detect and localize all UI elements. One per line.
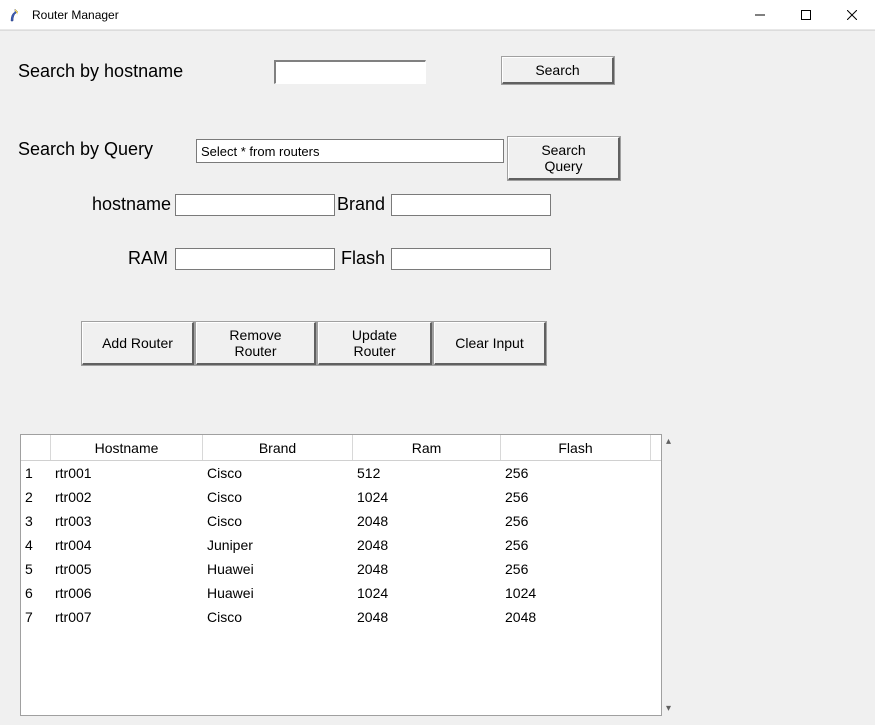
cell-index: 6 xyxy=(21,585,51,601)
cell-hostname: rtr006 xyxy=(51,585,203,601)
table-row[interactable]: 3rtr003Cisco2048256 xyxy=(21,509,661,533)
ram-label: RAM xyxy=(128,248,168,269)
app-body: Search by hostname Search Search by Quer… xyxy=(0,30,875,725)
cell-brand: Juniper xyxy=(203,537,353,553)
cell-index: 3 xyxy=(21,513,51,529)
table-header-brand[interactable]: Brand xyxy=(203,435,353,460)
table-header-ram[interactable]: Ram xyxy=(353,435,501,460)
app-icon xyxy=(8,7,24,23)
cell-brand: Cisco xyxy=(203,609,353,625)
ram-input[interactable] xyxy=(175,248,335,270)
table-header-flash[interactable]: Flash xyxy=(501,435,651,460)
cell-index: 7 xyxy=(21,609,51,625)
search-hostname-input[interactable] xyxy=(274,60,426,84)
cell-hostname: rtr005 xyxy=(51,561,203,577)
table-row[interactable]: 6rtr006Huawei10241024 xyxy=(21,581,661,605)
brand-input[interactable] xyxy=(391,194,551,216)
cell-ram: 2048 xyxy=(353,513,501,529)
cell-hostname: rtr004 xyxy=(51,537,203,553)
cell-ram: 2048 xyxy=(353,537,501,553)
remove-router-button[interactable]: Remove Router xyxy=(196,322,316,365)
cell-index: 4 xyxy=(21,537,51,553)
cell-ram: 2048 xyxy=(353,609,501,625)
close-button[interactable] xyxy=(829,0,875,30)
cell-flash: 256 xyxy=(501,465,651,481)
table-header-index[interactable] xyxy=(21,435,51,460)
cell-index: 5 xyxy=(21,561,51,577)
scroll-up-icon[interactable]: ▴ xyxy=(666,436,671,447)
cell-flash: 256 xyxy=(501,513,651,529)
flash-label: Flash xyxy=(341,248,385,269)
update-router-button[interactable]: Update Router xyxy=(318,322,432,365)
brand-label: Brand xyxy=(337,194,385,215)
table-row[interactable]: 5rtr005Huawei2048256 xyxy=(21,557,661,581)
cell-index: 1 xyxy=(21,465,51,481)
cell-brand: Cisco xyxy=(203,465,353,481)
cell-hostname: rtr002 xyxy=(51,489,203,505)
table-header-hostname[interactable]: Hostname xyxy=(51,435,203,460)
table-scrollbar[interactable]: ▴ ▾ xyxy=(662,434,675,716)
table-row[interactable]: 2rtr002Cisco1024256 xyxy=(21,485,661,509)
cell-flash: 2048 xyxy=(501,609,651,625)
cell-ram: 512 xyxy=(353,465,501,481)
hostname-label: hostname xyxy=(92,194,171,215)
cell-flash: 256 xyxy=(501,561,651,577)
search-query-input[interactable] xyxy=(196,139,504,163)
cell-hostname: rtr003 xyxy=(51,513,203,529)
table-header: Hostname Brand Ram Flash xyxy=(21,435,661,461)
clear-input-button[interactable]: Clear Input xyxy=(434,322,546,365)
cell-brand: Huawei xyxy=(203,561,353,577)
search-hostname-label: Search by hostname xyxy=(18,61,183,82)
cell-ram: 1024 xyxy=(353,585,501,601)
cell-brand: Huawei xyxy=(203,585,353,601)
table-row[interactable]: 7rtr007Cisco20482048 xyxy=(21,605,661,629)
maximize-button[interactable] xyxy=(783,0,829,30)
cell-brand: Cisco xyxy=(203,513,353,529)
table-row[interactable]: 4rtr004Juniper2048256 xyxy=(21,533,661,557)
cell-ram: 2048 xyxy=(353,561,501,577)
router-table[interactable]: Hostname Brand Ram Flash 1rtr001Cisco512… xyxy=(20,434,662,716)
window-title: Router Manager xyxy=(32,8,737,22)
search-query-label: Search by Query xyxy=(18,139,153,160)
titlebar: Router Manager xyxy=(0,0,875,30)
cell-flash: 256 xyxy=(501,489,651,505)
cell-ram: 1024 xyxy=(353,489,501,505)
cell-hostname: rtr001 xyxy=(51,465,203,481)
search-button[interactable]: Search xyxy=(502,57,614,84)
hostname-input[interactable] xyxy=(175,194,335,216)
add-router-button[interactable]: Add Router xyxy=(82,322,194,365)
cell-hostname: rtr007 xyxy=(51,609,203,625)
scroll-down-icon[interactable]: ▾ xyxy=(666,703,671,714)
cell-index: 2 xyxy=(21,489,51,505)
cell-brand: Cisco xyxy=(203,489,353,505)
search-query-button[interactable]: Search Query xyxy=(508,137,620,180)
cell-flash: 1024 xyxy=(501,585,651,601)
cell-flash: 256 xyxy=(501,537,651,553)
flash-input[interactable] xyxy=(391,248,551,270)
minimize-button[interactable] xyxy=(737,0,783,30)
table-row[interactable]: 1rtr001Cisco512256 xyxy=(21,461,661,485)
